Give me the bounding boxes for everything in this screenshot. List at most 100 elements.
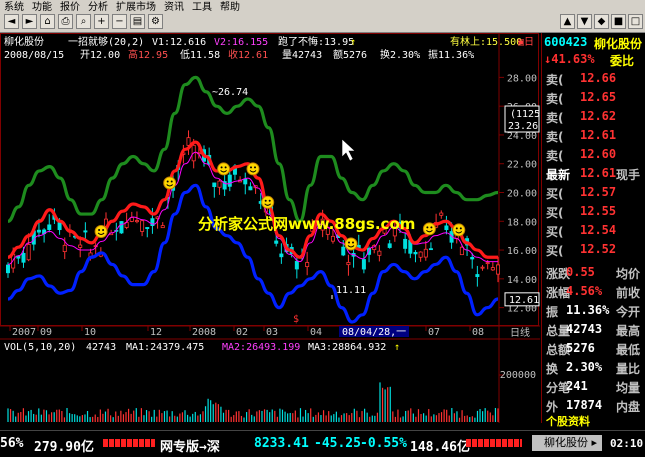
- smiley-marker-6-icon: [422, 222, 436, 236]
- header-field-14: 换2.30%: [380, 48, 420, 61]
- stat-value: 11.36%: [566, 303, 610, 317]
- smiley-eye: [430, 226, 433, 229]
- header-field-6: 有林上:15.500: [450, 35, 522, 48]
- window-control-2-icon[interactable]: ◆: [594, 14, 609, 29]
- smiley-eye: [98, 228, 101, 231]
- orderbook-row-price: 12.61: [580, 128, 617, 142]
- candle-body: [160, 225, 165, 229]
- home-icon[interactable]: ⌂: [40, 14, 55, 29]
- print-icon[interactable]: ⎙: [58, 14, 73, 29]
- stock-name: 柳化股份: [594, 37, 643, 51]
- stat-value: 0.55: [566, 265, 595, 279]
- stat-label: 振: [546, 305, 559, 319]
- signal-marker-icon: $: [293, 314, 299, 325]
- candle-body: [459, 246, 464, 256]
- taskbar-stock[interactable]: 柳化股份 ▸: [532, 435, 602, 451]
- smiley-eye: [348, 241, 350, 244]
- watermark-text: 分析家公式网www.88gs.com: [198, 215, 415, 233]
- orderbook-row-label: 买(: [546, 244, 564, 258]
- candle-body: [470, 257, 475, 260]
- stat-extra: 量比: [616, 362, 641, 376]
- smiley-marker-3-icon: [246, 162, 260, 176]
- stat-extra: 最高: [616, 324, 641, 338]
- candle-body: [480, 266, 485, 269]
- zoom-out-icon[interactable]: −: [112, 14, 127, 29]
- kline-chart[interactable]: 28.0026.0024.0022.0020.0018.0016.0014.00…: [0, 33, 540, 423]
- menu-item-6[interactable]: 工具: [188, 2, 216, 12]
- header-field-9: 高12.95: [128, 48, 168, 61]
- price-tick-label: 16.00: [507, 246, 537, 257]
- smiley-eye: [166, 180, 169, 183]
- candle-body: [387, 243, 392, 248]
- orderbook-row-label: 卖(: [546, 130, 564, 144]
- stat-value: 241: [566, 379, 588, 393]
- candle-body: [21, 252, 26, 263]
- candle-body: [243, 178, 248, 185]
- stat-extra: 最低: [616, 343, 641, 357]
- orderbook-row-label: 卖(: [546, 111, 564, 125]
- header-field-4: 跑了不悔:13.95: [278, 35, 354, 48]
- sh-pct: 56%: [0, 436, 24, 451]
- bid-ratio-label: 委比: [610, 54, 635, 68]
- window-control-1-icon[interactable]: ▼: [577, 14, 592, 29]
- stock-info-tab[interactable]: 个股资料: [546, 413, 590, 429]
- candle-body: [279, 253, 284, 258]
- orderbook-row-price: 12.65: [580, 90, 617, 104]
- stat-value: 17874: [566, 398, 603, 412]
- window-control-4-icon[interactable]: □: [628, 14, 643, 29]
- orderbook-row-label: 买(: [546, 225, 564, 239]
- bid-ratio-value: ↓41.63%: [544, 52, 595, 66]
- period-label[interactable]: 日线: [510, 326, 530, 339]
- candle-body: [475, 274, 480, 278]
- orderbook-row-price: 12.60: [580, 147, 617, 161]
- menu-item-3[interactable]: 分析: [84, 2, 112, 12]
- candle-body: [227, 174, 232, 187]
- header-field-0: 柳化股份: [4, 35, 44, 48]
- candle-body: [495, 264, 500, 275]
- candle-body: [418, 251, 423, 258]
- stat-extra: 今开: [616, 305, 641, 319]
- candle-body: [248, 186, 253, 191]
- price-tick-label: 22.00: [507, 160, 537, 171]
- smiley-eye: [254, 166, 256, 169]
- menu-item-1[interactable]: 功能: [28, 2, 56, 12]
- candle-body: [346, 262, 351, 266]
- sz-pct: -0.55%: [360, 436, 407, 451]
- settings-icon[interactable]: ⚙: [148, 14, 163, 29]
- window-control-0-icon[interactable]: ▲: [560, 14, 575, 29]
- forward-icon[interactable]: ►: [22, 14, 37, 29]
- candle-body: [145, 227, 150, 229]
- stat-value: 42743: [566, 322, 603, 336]
- orderbook-row-label: 卖(: [546, 73, 564, 87]
- window-toggle-icon[interactable]: ▣日: [518, 37, 534, 48]
- orderbook-row-price: 12.62: [580, 109, 617, 123]
- menu-item-5[interactable]: 资讯: [160, 2, 188, 12]
- sz-strength-bar: [466, 439, 522, 447]
- orderbook-row-label: 买(: [546, 206, 564, 220]
- orderbook-row-label: 最新: [546, 168, 571, 182]
- price-tick-label: 18.00: [507, 217, 537, 228]
- candle-body: [78, 244, 83, 248]
- zoom-in-icon[interactable]: +: [94, 14, 109, 29]
- back-icon[interactable]: ◄: [4, 14, 19, 29]
- menu-item-0[interactable]: 系统: [0, 2, 28, 12]
- menu-item-2[interactable]: 报价: [56, 2, 84, 12]
- orderbook-row-price: 12.66: [580, 71, 617, 85]
- menu-item-4[interactable]: 扩展市场: [112, 2, 160, 12]
- stat-extra: 均价: [616, 267, 641, 281]
- smiley-marker-2-icon: [217, 162, 231, 176]
- candle-body: [341, 246, 346, 256]
- orderbook-row-price: 12.52: [580, 242, 617, 256]
- chart-icon[interactable]: ▤: [130, 14, 145, 29]
- window-control-3-icon[interactable]: ■: [611, 14, 626, 29]
- stat-extra: 均量: [616, 381, 641, 395]
- candle-body: [217, 180, 222, 188]
- candle-body: [83, 230, 88, 233]
- menu-item-7[interactable]: 帮助: [216, 2, 244, 12]
- smiley-marker-4-icon: [261, 195, 275, 209]
- search-icon[interactable]: ⌕: [76, 14, 91, 29]
- stat-value: 4.56%: [566, 284, 603, 298]
- sz-change: -45.25: [314, 436, 361, 451]
- stat-extra: 前收: [616, 286, 641, 300]
- smiley-marker-1-icon: [163, 176, 177, 190]
